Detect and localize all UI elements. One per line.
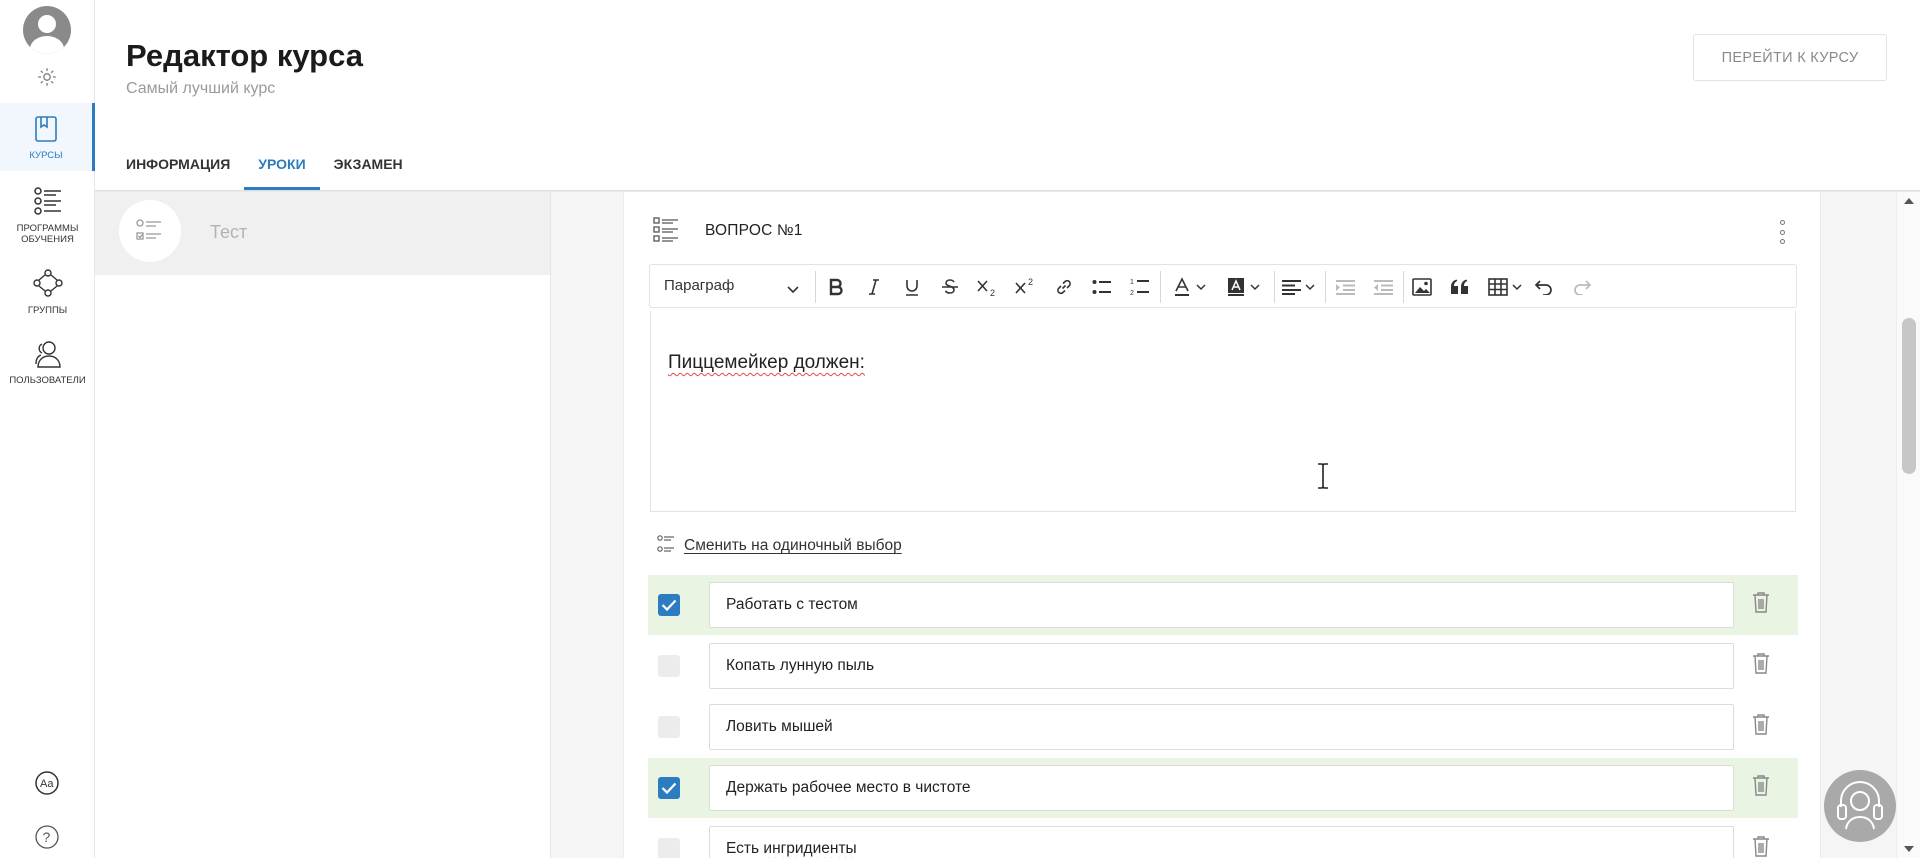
scrollbar[interactable] bbox=[1896, 192, 1920, 858]
trash-icon[interactable] bbox=[1752, 591, 1770, 618]
svg-text:?: ? bbox=[43, 829, 51, 845]
font-size-icon[interactable]: Aa bbox=[34, 770, 60, 801]
italic-icon[interactable] bbox=[862, 275, 886, 299]
page-subtitle: Самый лучший курс bbox=[126, 80, 276, 97]
single-choice-switch-icon bbox=[657, 535, 675, 558]
answer-row: Держать рабочее место в чистоте bbox=[648, 758, 1798, 818]
indent-icon[interactable] bbox=[1372, 275, 1396, 299]
answer-checkbox[interactable] bbox=[658, 655, 680, 677]
test-icon bbox=[119, 200, 181, 262]
nav-item-groups[interactable]: ГРУППЫ bbox=[0, 268, 95, 318]
switch-to-single-choice-link[interactable]: Сменить на одиночный выбор bbox=[684, 537, 902, 555]
answer-row: Есть ингридиенты bbox=[648, 819, 1798, 858]
superscript-icon[interactable]: 2 bbox=[1014, 275, 1038, 299]
goto-course-button[interactable]: ПЕРЕЙТИ К КУРСУ bbox=[1693, 34, 1887, 81]
multiple-choice-icon bbox=[653, 217, 679, 248]
answer-row: Работать с тестом bbox=[648, 575, 1798, 635]
subscript-icon[interactable]: 2 bbox=[976, 275, 1000, 299]
svg-text:2: 2 bbox=[1130, 290, 1134, 297]
trash-icon[interactable] bbox=[1752, 835, 1770, 858]
underline-icon[interactable] bbox=[900, 275, 924, 299]
nav-label-groups: ГРУППЫ bbox=[27, 305, 68, 316]
answer-input[interactable]: Держать рабочее место в чистоте bbox=[709, 765, 1734, 811]
answer-checkbox[interactable] bbox=[658, 716, 680, 738]
bold-icon[interactable] bbox=[824, 275, 848, 299]
answer-checkbox[interactable] bbox=[658, 838, 680, 858]
answer-input[interactable]: Ловить мышей bbox=[709, 704, 1734, 750]
redo-icon[interactable] bbox=[1570, 275, 1594, 299]
tab-lessons[interactable]: УРОКИ bbox=[244, 150, 321, 190]
trash-icon[interactable] bbox=[1752, 652, 1770, 679]
answer-text: Есть bbox=[726, 840, 764, 857]
answer-input[interactable]: Копать лунную пыль bbox=[709, 643, 1734, 689]
page-title: Редактор курса bbox=[126, 38, 363, 73]
settings-gear-icon[interactable] bbox=[36, 66, 58, 93]
users-icon bbox=[0, 340, 95, 371]
paragraph-select[interactable]: Параграф bbox=[664, 277, 734, 294]
answer-row: Копать лунную пыль bbox=[648, 636, 1798, 696]
question-text-editor[interactable]: Пиццемейкер должен: bbox=[650, 311, 1796, 512]
answer-checkbox[interactable] bbox=[658, 594, 680, 616]
question-text: Пиццемейкер должен: bbox=[668, 352, 865, 374]
scroll-thumb[interactable] bbox=[1902, 318, 1916, 474]
lesson-name: Тест bbox=[210, 222, 248, 242]
trash-icon[interactable] bbox=[1752, 713, 1770, 740]
background-color-chevron-icon[interactable] bbox=[1243, 275, 1267, 299]
nav-label-users: ПОЛЬЗОВАТЕЛИ bbox=[9, 375, 86, 386]
answer-row: Ловить мышей bbox=[648, 697, 1798, 757]
scroll-up-arrow-icon[interactable] bbox=[1904, 198, 1914, 204]
tabs: ИНФОРМАЦИЯ УРОКИ ЭКЗАМЕН bbox=[126, 150, 431, 190]
answer-checkbox[interactable] bbox=[658, 777, 680, 799]
headset-icon bbox=[1835, 777, 1885, 836]
undo-icon[interactable] bbox=[1532, 275, 1556, 299]
outdent-icon[interactable] bbox=[1334, 275, 1358, 299]
table-chevron-icon[interactable] bbox=[1505, 275, 1529, 299]
question-text-content: Пиццемейкер должен: bbox=[668, 352, 865, 373]
nav-item-programs[interactable]: ПРОГРАММЫ ОБУЧЕНИЯ bbox=[0, 186, 95, 246]
svg-text:2: 2 bbox=[990, 288, 995, 297]
groups-icon bbox=[0, 268, 95, 301]
question-title: ВОПРОС №1 bbox=[705, 222, 803, 239]
align-chevron-icon[interactable] bbox=[1298, 275, 1322, 299]
link-icon[interactable] bbox=[1052, 275, 1076, 299]
lesson-list: Тест bbox=[95, 192, 551, 858]
trash-icon[interactable] bbox=[1752, 774, 1770, 801]
nav-item-users[interactable]: ПОЛЬЗОВАТЕЛИ bbox=[0, 340, 95, 390]
tab-exam[interactable]: ЭКЗАМЕН bbox=[334, 150, 403, 190]
courses-icon bbox=[0, 115, 92, 146]
svg-text:1: 1 bbox=[1130, 279, 1134, 286]
svg-text:Aa: Aa bbox=[40, 778, 54, 790]
editor-toolbar: Параграф 2 2 12 bbox=[649, 264, 1797, 308]
programs-icon bbox=[0, 186, 95, 219]
numbered-list-icon[interactable]: 12 bbox=[1128, 275, 1152, 299]
chevron-down-icon bbox=[787, 281, 799, 299]
left-rail: КУРСЫ ПРОГРАММЫ ОБУЧЕНИЯ ГРУППЫ ПОЛЬЗОВА… bbox=[0, 0, 95, 858]
lesson-item[interactable]: Тест bbox=[95, 192, 550, 275]
tab-information[interactable]: ИНФОРМАЦИЯ bbox=[126, 150, 230, 190]
text-cursor-icon bbox=[1316, 463, 1330, 494]
help-icon[interactable]: ? bbox=[34, 824, 60, 855]
font-color-chevron-icon[interactable] bbox=[1189, 275, 1213, 299]
question-menu-icon[interactable] bbox=[1778, 220, 1786, 244]
quote-icon[interactable] bbox=[1448, 275, 1472, 299]
support-chat-button[interactable] bbox=[1824, 770, 1896, 842]
nav-label-courses: КУРСЫ bbox=[29, 150, 63, 161]
svg-text:2: 2 bbox=[1028, 277, 1033, 287]
answer-input[interactable]: Работать с тестом bbox=[709, 582, 1734, 628]
answer-text-misspelled: ингридиенты bbox=[763, 840, 857, 857]
strikethrough-icon[interactable] bbox=[938, 275, 962, 299]
nav-item-courses[interactable]: КУРСЫ bbox=[0, 103, 95, 171]
image-icon[interactable] bbox=[1410, 275, 1434, 299]
nav-label-programs: ПРОГРАММЫ ОБУЧЕНИЯ bbox=[16, 223, 79, 245]
bulleted-list-icon[interactable] bbox=[1090, 275, 1114, 299]
avatar[interactable] bbox=[23, 6, 71, 54]
scroll-down-arrow-icon[interactable] bbox=[1904, 846, 1914, 852]
answer-input[interactable]: Есть ингридиенты bbox=[709, 826, 1734, 858]
